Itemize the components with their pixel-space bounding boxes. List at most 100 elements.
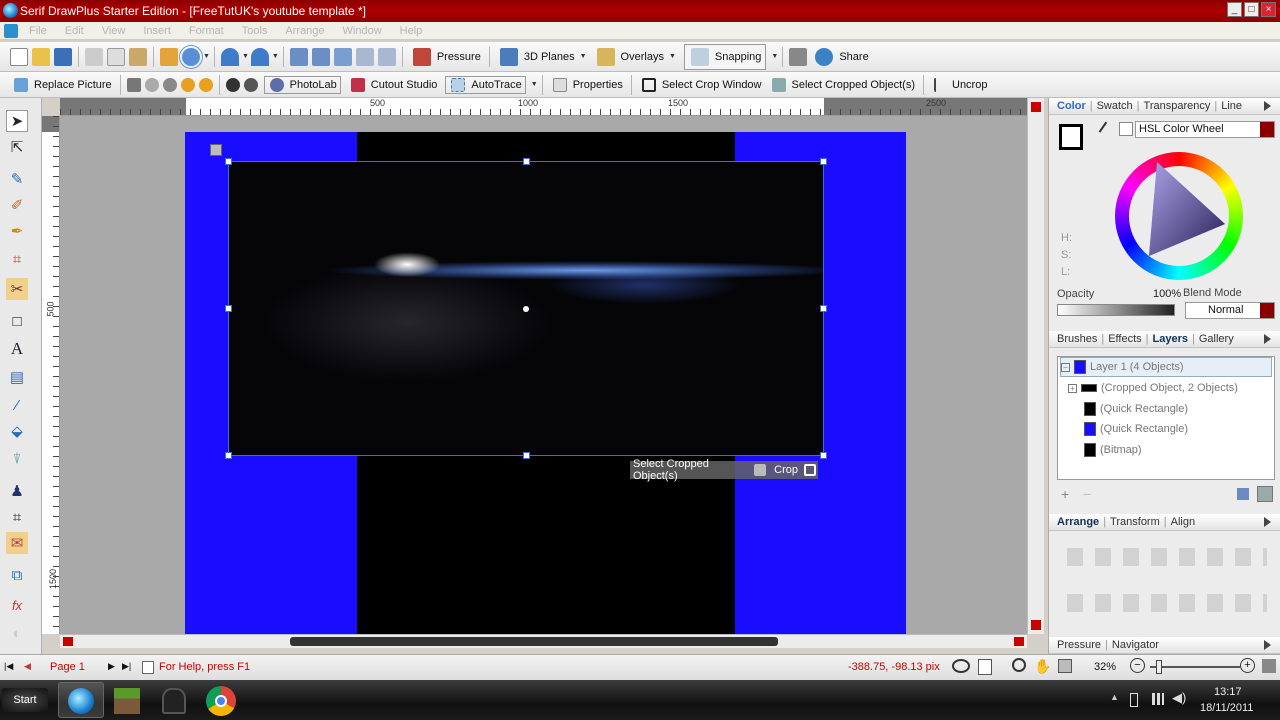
3d-planes-button[interactable]: 3D Planes ▼ <box>498 47 587 66</box>
print-icon[interactable] <box>789 47 808 66</box>
layer-item[interactable]: + (Cropped Object, 2 Objects) <box>1068 378 1238 398</box>
page-options-icon[interactable] <box>978 659 992 675</box>
delete-layer-icon[interactable]: − <box>1083 486 1091 502</box>
replace-picture-button[interactable]: Replace Picture <box>12 77 112 92</box>
vertical-scrollbar[interactable] <box>1027 98 1044 634</box>
photolab-button[interactable]: PhotoLab <box>263 75 341 94</box>
cutout-studio-button[interactable]: Cutout Studio <box>349 77 437 92</box>
share-button[interactable]: Share <box>813 47 869 66</box>
popup-select-cropped-button[interactable]: Select Cropped Object(s) <box>633 458 746 482</box>
tab-pressure[interactable]: Pressure <box>1057 639 1101 651</box>
popup-cropped-icon[interactable] <box>754 464 767 476</box>
crop-tool-icon[interactable]: ⌗ <box>6 506 28 528</box>
pointer-tool-icon[interactable]: ➤ <box>6 110 28 132</box>
tab-arrange[interactable]: Arrange <box>1057 516 1099 528</box>
shape-tool-icon[interactable]: □ <box>6 310 28 332</box>
table-tool-icon[interactable]: ▤ <box>6 366 28 388</box>
tray-arrow-icon[interactable]: ▲ <box>1110 692 1119 702</box>
text-tool-icon[interactable]: A <box>6 338 28 360</box>
effects-tool-icon[interactable]: fx <box>6 594 28 616</box>
zoom-tool-icon[interactable] <box>1012 658 1026 672</box>
maximize-button[interactable]: □ <box>1244 2 1259 17</box>
chrome-taskbar-icon[interactable] <box>206 686 236 716</box>
menu-arrange[interactable]: Arrange <box>276 25 333 37</box>
clock-time[interactable]: 13:17 <box>1214 686 1242 698</box>
view-quality-icon[interactable] <box>952 659 970 673</box>
drawplus-taskbar-icon[interactable] <box>58 682 104 718</box>
uncrop-button[interactable]: Uncrop <box>932 77 987 92</box>
brightness-icon[interactable] <box>144 77 159 92</box>
panel-menu-icon[interactable] <box>1264 640 1271 650</box>
tab-layers[interactable]: Layers <box>1153 333 1188 345</box>
eyedropper-icon[interactable] <box>1098 121 1116 139</box>
bring-front-icon[interactable] <box>355 47 374 66</box>
tab-navigator[interactable]: Navigator <box>1112 639 1159 651</box>
eraser-tool-icon[interactable]: ✂ <box>6 278 28 300</box>
network-icon[interactable] <box>1152 693 1164 705</box>
page-manager-icon[interactable] <box>142 661 154 674</box>
fill-line-swatch[interactable] <box>1059 124 1083 150</box>
opacity-slider[interactable] <box>1057 304 1175 316</box>
layer-item[interactable]: (Quick Rectangle) <box>1084 399 1188 419</box>
next-page-icon[interactable]: ▶ <box>108 661 115 672</box>
add-layer-icon[interactable]: + <box>1061 486 1069 502</box>
properties-button[interactable]: Properties <box>551 77 623 92</box>
app-icon[interactable] <box>3 3 18 18</box>
save-icon[interactable] <box>54 47 72 66</box>
cut-icon[interactable] <box>85 47 103 66</box>
tab-gallery[interactable]: Gallery <box>1199 333 1234 345</box>
panel-menu-icon[interactable] <box>1264 517 1271 527</box>
cropped-bitmap[interactable] <box>225 158 827 459</box>
menu-help[interactable]: Help <box>391 25 432 37</box>
format-painter-icon[interactable] <box>160 47 178 66</box>
layer-row[interactable]: − Layer 1 (4 Objects) <box>1060 357 1272 377</box>
move-handle-icon[interactable] <box>210 144 222 156</box>
media-taskbar-icon[interactable] <box>162 688 186 714</box>
blend-mode-select[interactable]: Normal <box>1185 302 1275 319</box>
zoom-out-icon[interactable]: − <box>1130 658 1145 673</box>
volume-icon[interactable]: ◀) <box>1172 690 1186 706</box>
horizontal-scrollbar[interactable] <box>60 634 1027 648</box>
menu-tools[interactable]: Tools <box>233 25 277 37</box>
transparency-tool-icon[interactable]: ⍒ <box>6 448 28 470</box>
color-balance-icon[interactable] <box>180 77 195 92</box>
invert-icon[interactable] <box>243 77 258 92</box>
layer-item[interactable]: (Quick Rectangle) <box>1084 419 1188 439</box>
prev-page-icon[interactable]: ◀ <box>24 661 31 672</box>
color-pick-tool-icon[interactable]: ⁄ <box>6 394 28 416</box>
zoom-slider[interactable] <box>1150 660 1240 674</box>
layer-options-icon[interactable] <box>1257 486 1273 502</box>
rotate-icon[interactable] <box>333 47 352 66</box>
close-button[interactable]: × <box>1261 2 1276 17</box>
zoom-fit-icon[interactable] <box>1058 659 1072 673</box>
connector-tool-icon[interactable]: ⌗ <box>6 248 28 270</box>
first-page-icon[interactable]: |◀ <box>4 661 13 672</box>
pencil-tool-icon[interactable]: ✎ <box>6 168 28 190</box>
drawing-canvas[interactable]: Select Cropped Object(s) Crop <box>60 116 1027 634</box>
paste-icon[interactable] <box>129 47 147 66</box>
autotrace-button[interactable]: AutoTrace <box>445 75 526 94</box>
tab-transparency[interactable]: Transparency <box>1144 100 1211 112</box>
overlays-button[interactable]: Overlays ▼ <box>595 47 676 66</box>
flip-vertical-icon[interactable] <box>311 47 330 66</box>
none-color-swatch[interactable] <box>1119 122 1133 136</box>
pen-tool-icon[interactable]: ✒ <box>6 220 28 242</box>
undo-icon[interactable] <box>220 47 239 66</box>
menu-format[interactable]: Format <box>180 25 233 37</box>
tab-effects[interactable]: Effects <box>1108 333 1141 345</box>
tab-transform[interactable]: Transform <box>1110 516 1160 528</box>
grayscale-icon[interactable] <box>225 77 240 92</box>
minecraft-taskbar-icon[interactable] <box>114 688 140 714</box>
panel-menu-icon[interactable] <box>1264 101 1271 111</box>
node-tool-icon[interactable]: ⇱ <box>6 136 28 158</box>
flip-horizontal-icon[interactable] <box>289 47 308 66</box>
menu-window[interactable]: Window <box>334 25 391 37</box>
redo-icon[interactable] <box>250 47 269 66</box>
envelope-tool-icon[interactable]: ✉ <box>6 532 28 554</box>
menu-file[interactable]: File <box>20 25 56 37</box>
shadow-tool-icon[interactable]: ◐ <box>6 622 28 644</box>
start-button[interactable]: Start <box>2 688 48 712</box>
menu-insert[interactable]: Insert <box>134 25 180 37</box>
panel-menu-icon[interactable] <box>1264 334 1271 344</box>
select-crop-window-button[interactable]: Select Crop Window <box>640 77 762 92</box>
